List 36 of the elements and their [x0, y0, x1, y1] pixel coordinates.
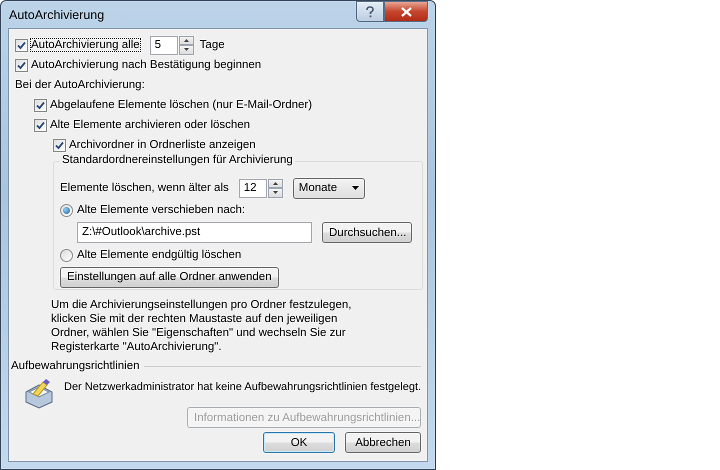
checkbox-label: Archivordner in Ordnerliste anzeigen	[69, 139, 256, 151]
radio-button[interactable]	[60, 248, 73, 262]
spin-buttons[interactable]	[268, 178, 283, 198]
hint-text: Um die Archivierungseinstellungen pro Ordner festzulegen, klicken Sie mit der rechten Maustaste auf den jeweiligen Ordner, wählen Sie "Eigenschaften" und wechseln Sie zur Registerkarte "AutoArchivierung".	[51, 298, 352, 354]
group-title: Standardordnereinstellungen für Archivierung	[60, 154, 295, 166]
checkbox[interactable]	[34, 98, 47, 112]
radio-button[interactable]	[60, 204, 73, 216]
age-label: Elemente löschen, wenn älter als	[60, 182, 229, 194]
checkbox-label: AutoArchivierung alle	[31, 39, 140, 51]
section-label: Aufbewahrungsrichtlinien	[11, 360, 140, 372]
ok-button[interactable]: OK	[263, 432, 335, 453]
checkbox[interactable]	[34, 118, 47, 132]
section-label: Bei der AutoArchivierung:	[15, 79, 145, 91]
path-field[interactable]: Z:\#Outlook\archive.pst	[77, 222, 312, 243]
window-title: AutoArchivierung	[9, 8, 106, 22]
help-icon[interactable]	[356, 1, 384, 22]
retention-message: Der Netzwerkadministrator hat keine Aufbewahrungsrichtlinien festgelegt.	[64, 381, 422, 393]
archive-box-icon	[23, 378, 55, 410]
radio-label: Alte Elemente endgültig löschen	[77, 249, 242, 261]
caret-icon	[352, 186, 359, 190]
cancel-button[interactable]: Abbrechen	[345, 432, 421, 453]
checkbox[interactable]	[15, 58, 28, 72]
radio-label: Alte Elemente verschieben nach:	[77, 204, 246, 216]
spin-buttons[interactable]	[178, 36, 194, 54]
checkbox-label: Alte Elemente archivieren oder löschen	[50, 119, 250, 131]
age-field[interactable]: 12	[238, 178, 267, 198]
apply-button[interactable]: Einstellungen auf alle Ordner anwenden	[60, 266, 279, 288]
unit-dropdown[interactable]: Monate	[292, 178, 365, 198]
days-field[interactable]: 5	[150, 36, 178, 54]
checkbox-label: Abgelaufene Elemente löschen (nur E-Mail-Ordner)	[50, 99, 312, 111]
unit-label: Tage	[200, 39, 225, 51]
checkbox[interactable]	[53, 138, 66, 152]
close-icon[interactable]	[384, 1, 428, 22]
checkbox[interactable]	[15, 38, 28, 52]
browse-button[interactable]: Durchsuchen...	[322, 222, 412, 243]
checkbox-label: AutoArchivierung nach Bestätigung beginnen	[31, 59, 262, 71]
